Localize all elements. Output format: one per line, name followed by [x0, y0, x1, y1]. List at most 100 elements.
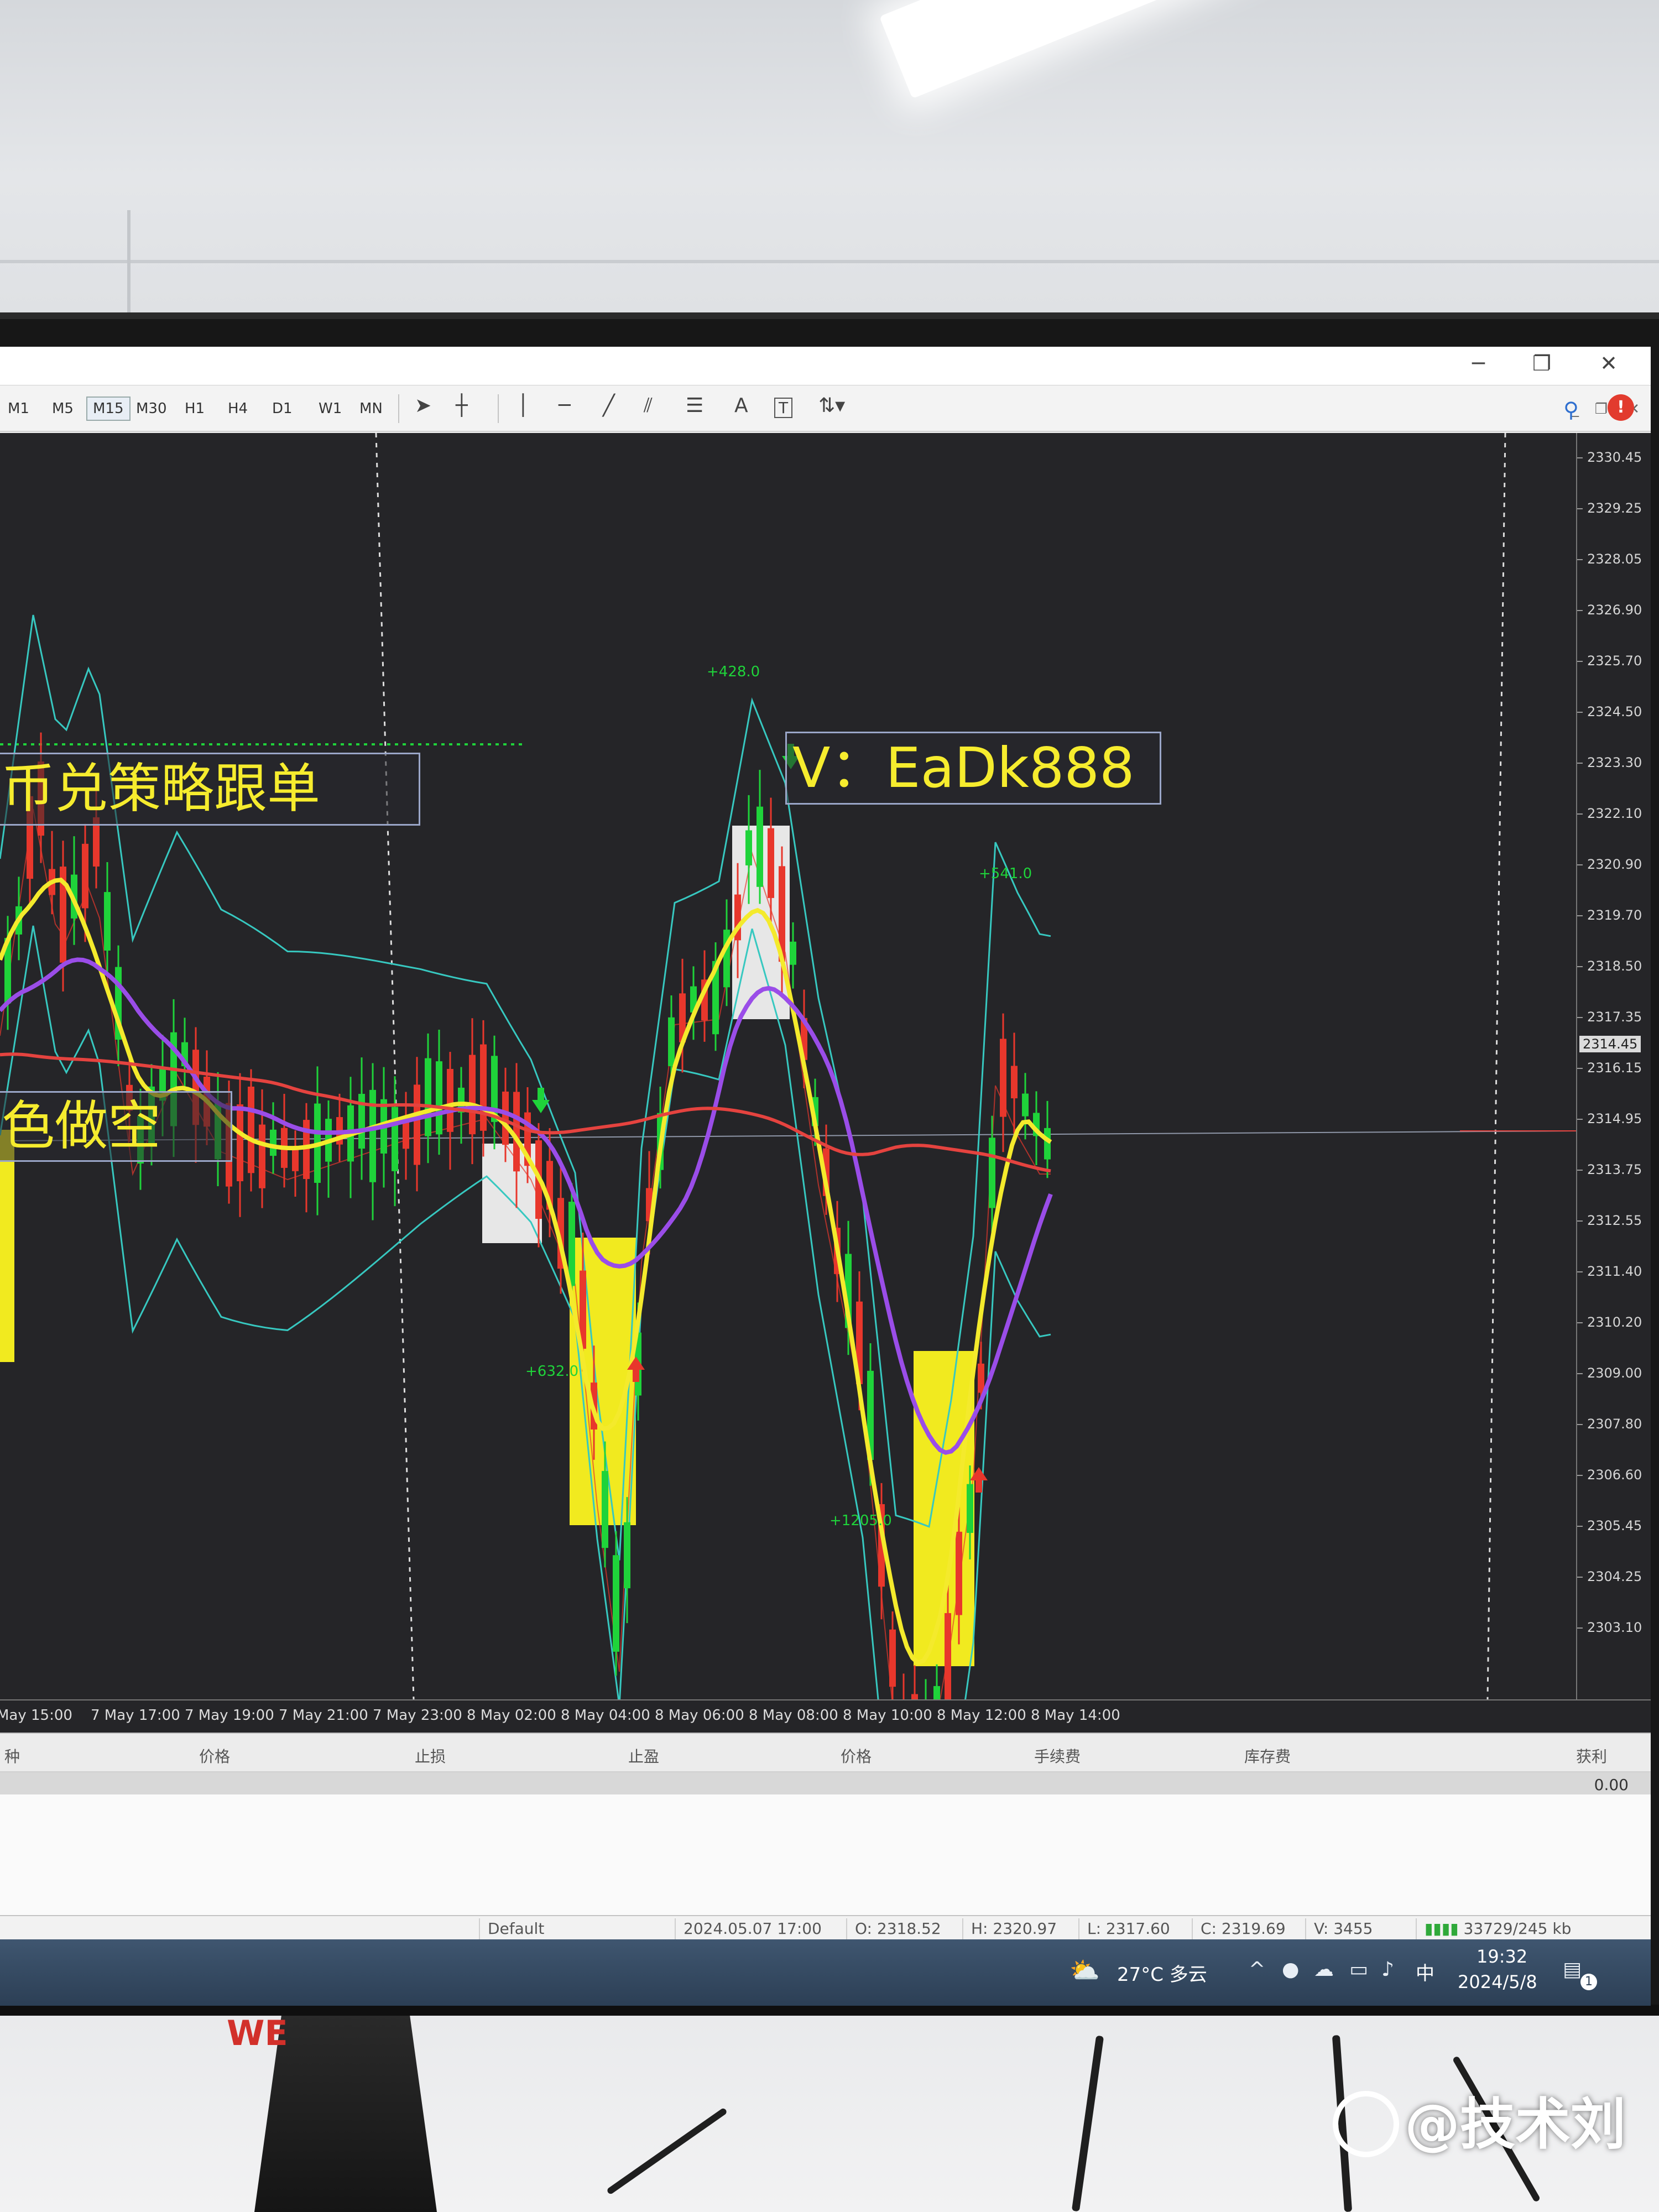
timeframe-m30[interactable]: M30: [131, 397, 173, 421]
notification-badge: 1: [1580, 1974, 1597, 1990]
status-volume: V: 3455: [1305, 1918, 1373, 1939]
status-high: H: 2320.97: [962, 1918, 1057, 1939]
col-take-profit[interactable]: 止盈: [628, 1745, 659, 1767]
time-tick-label: 7 May 23:00: [373, 1707, 462, 1724]
bear-candle: [978, 1363, 984, 1393]
minimize-icon[interactable]: ─: [1472, 351, 1485, 375]
short-hint-banner: 色做空: [0, 1091, 232, 1162]
col-commission[interactable]: 手续费: [1034, 1745, 1081, 1767]
timeframe-h4[interactable]: H4: [222, 397, 253, 421]
price-tick: [1577, 813, 1583, 815]
price-tick: [1577, 457, 1583, 458]
timeframe-m15[interactable]: M15: [86, 397, 131, 421]
timeframe-w1[interactable]: W1: [313, 397, 347, 421]
restore-icon[interactable]: ❐: [1532, 351, 1551, 375]
price-tick-label: 2330.45: [1587, 450, 1642, 465]
price-tick: [1577, 1170, 1583, 1171]
price-tick: [1577, 1068, 1583, 1069]
clock-time[interactable]: 19:32: [1477, 1946, 1527, 1967]
arrow-tools-icon[interactable]: ⇅▾: [818, 394, 845, 417]
col-stop-loss[interactable]: 止损: [415, 1745, 446, 1767]
price-tick: [1577, 1424, 1583, 1425]
mdi-restore-icon[interactable]: ❐: [1595, 401, 1608, 418]
strategy-banner-text: 币兑策略跟单: [2, 758, 320, 820]
channel-icon[interactable]: ⫽: [644, 394, 653, 418]
timeframe-d1[interactable]: D1: [267, 397, 298, 421]
price-tick-label: 2322.10: [1587, 806, 1642, 821]
horizontal-line-icon[interactable]: ─: [559, 394, 571, 417]
ime-indicator[interactable]: 中: [1416, 1958, 1434, 1985]
col-swap[interactable]: 库存费: [1244, 1745, 1291, 1767]
col-current-price[interactable]: 价格: [841, 1745, 872, 1767]
cloud-icon[interactable]: ☁: [1314, 1958, 1334, 1981]
clock-date[interactable]: 2024/5/8: [1458, 1971, 1537, 1992]
trade-profit-label: +428.0: [707, 664, 760, 680]
app-tray-icon[interactable]: ●: [1282, 1958, 1299, 1981]
text-label-icon[interactable]: T: [774, 398, 793, 418]
balance-row[interactable]: 0.00: [0, 1772, 1651, 1794]
crosshair-icon[interactable]: ┼: [456, 394, 468, 417]
network-icon[interactable]: ▭: [1349, 1958, 1368, 1981]
weather-icon[interactable]: ⛅: [1070, 1956, 1100, 1985]
bear-candle: [82, 843, 88, 909]
bear-candle: [1000, 1039, 1006, 1117]
watermark-text: @技术刘: [1405, 2092, 1626, 2157]
price-tick-label: 2306.60: [1587, 1467, 1642, 1483]
status-profile[interactable]: Default: [479, 1918, 544, 1939]
alert-badge-icon[interactable]: !: [1608, 394, 1634, 421]
price-tick-label: 2328.05: [1587, 551, 1642, 567]
text-tool-icon[interactable]: A: [734, 394, 748, 417]
timeframe-m5[interactable]: M5: [46, 397, 79, 421]
ceiling-light: [879, 0, 1282, 99]
price-tick: [1577, 508, 1583, 509]
title-bar: ─ ❐ ✕: [0, 347, 1651, 385]
notification-icon[interactable]: ▤: [1563, 1958, 1582, 1981]
trendline-icon[interactable]: ╱: [603, 394, 615, 417]
price-chart[interactable]: +428.0 +632.0 +1205.0 +541.0 币兑策略跟单 V：EaDk8…: [0, 433, 1587, 1699]
col-profit[interactable]: 获利: [1576, 1745, 1607, 1767]
period-separator: [375, 433, 415, 1699]
price-tick: [1577, 712, 1583, 713]
timeframe-mn[interactable]: MN: [354, 397, 388, 421]
search-icon[interactable]: ⚲: [1563, 398, 1579, 422]
trade-profit-label: +541.0: [979, 865, 1032, 882]
weather-text[interactable]: 27°C 多云: [1117, 1959, 1207, 1986]
price-tick-label: 2317.35: [1587, 1009, 1642, 1025]
bull-candle: [989, 1138, 995, 1208]
chart-canvas[interactable]: +428.0 +632.0 +1205.0 +541.0: [0, 433, 1576, 1699]
col-price[interactable]: 价格: [199, 1745, 230, 1767]
close-icon[interactable]: ✕: [1600, 351, 1618, 375]
toolbar-separator: [398, 394, 399, 423]
bull-candle: [967, 1484, 973, 1533]
bear-candle: [956, 1531, 962, 1615]
vertical-line-icon[interactable]: │: [517, 394, 529, 417]
bear-candle: [768, 828, 774, 898]
volume-icon[interactable]: ♪: [1381, 1958, 1394, 1981]
wall-trim: [0, 260, 1659, 263]
time-tick-label: May 15:00: [0, 1707, 72, 1724]
price-tick-label: 2326.90: [1587, 602, 1642, 618]
time-tick-label: 7 May 21:00: [279, 1707, 368, 1724]
time-tick-label: 8 May 14:00: [1031, 1707, 1120, 1724]
ma-fast-yellow-line: [0, 877, 1052, 1666]
bear-candle: [292, 1149, 299, 1171]
price-tick-label: 2313.75: [1587, 1162, 1642, 1177]
time-tick-label: 8 May 08:00: [749, 1707, 838, 1724]
timeframe-m1[interactable]: M1: [2, 397, 35, 421]
bull-candle: [104, 892, 111, 951]
timeframe-h1[interactable]: H1: [179, 397, 210, 421]
bull-candle: [613, 1555, 619, 1652]
time-tick-label: 8 May 04:00: [561, 1707, 650, 1724]
bull-candle: [568, 1202, 575, 1286]
fibonacci-icon[interactable]: ☰: [686, 394, 703, 417]
toolbar-separator: [498, 394, 499, 423]
watermark: @技术刘: [1333, 2079, 1626, 2162]
col-symbol[interactable]: 种: [4, 1745, 20, 1767]
bull-candle: [392, 1107, 398, 1171]
chevron-up-icon[interactable]: ^: [1249, 1958, 1265, 1981]
price-tick-label: 2304.25: [1587, 1569, 1642, 1584]
time-tick-label: 7 May 19:00: [185, 1707, 274, 1724]
cursor-icon[interactable]: ➤: [415, 394, 431, 417]
status-datetime: 2024.05.07 17:00: [675, 1918, 822, 1939]
bear-candle: [237, 1104, 243, 1182]
